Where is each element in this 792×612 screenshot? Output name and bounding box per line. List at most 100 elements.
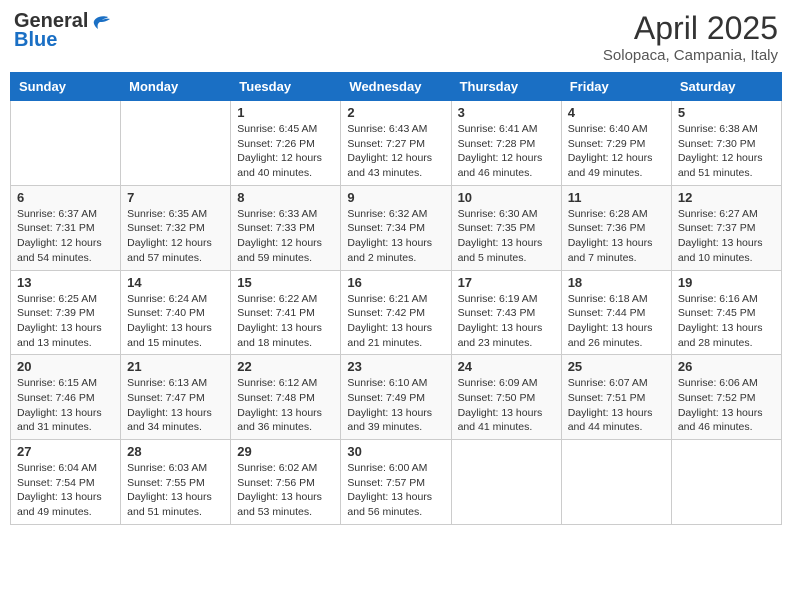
- day-number: 21: [127, 359, 224, 374]
- day-info: Sunrise: 6:07 AM Sunset: 7:51 PM Dayligh…: [568, 376, 665, 435]
- day-info: Sunrise: 6:35 AM Sunset: 7:32 PM Dayligh…: [127, 207, 224, 266]
- day-number: 29: [237, 444, 334, 459]
- day-number: 27: [17, 444, 114, 459]
- day-number: 6: [17, 190, 114, 205]
- weekday-header-sunday: Sunday: [11, 73, 121, 101]
- weekday-header-wednesday: Wednesday: [341, 73, 451, 101]
- day-number: 30: [347, 444, 444, 459]
- weekday-header-saturday: Saturday: [671, 73, 781, 101]
- calendar-day-cell: 16 Sunrise: 6:21 AM Sunset: 7:42 PM Dayli…: [341, 270, 451, 355]
- day-info: Sunrise: 6:12 AM Sunset: 7:48 PM Dayligh…: [237, 376, 334, 435]
- day-number: 2: [347, 105, 444, 120]
- day-info: Sunrise: 6:21 AM Sunset: 7:42 PM Dayligh…: [347, 292, 444, 351]
- weekday-header-tuesday: Tuesday: [231, 73, 341, 101]
- logo: General Blue: [14, 10, 112, 52]
- day-number: 16: [347, 275, 444, 290]
- calendar-header-row: SundayMondayTuesdayWednesdayThursdayFrid…: [11, 73, 782, 101]
- day-info: Sunrise: 6:02 AM Sunset: 7:56 PM Dayligh…: [237, 461, 334, 520]
- main-title: April 2025: [603, 10, 778, 47]
- day-number: 17: [458, 275, 555, 290]
- day-info: Sunrise: 6:32 AM Sunset: 7:34 PM Dayligh…: [347, 207, 444, 266]
- day-info: Sunrise: 6:18 AM Sunset: 7:44 PM Dayligh…: [568, 292, 665, 351]
- day-number: 19: [678, 275, 775, 290]
- calendar-day-cell: 30 Sunrise: 6:00 AM Sunset: 7:57 PM Dayli…: [341, 440, 451, 525]
- day-number: 28: [127, 444, 224, 459]
- calendar-table: SundayMondayTuesdayWednesdayThursdayFrid…: [10, 72, 782, 525]
- calendar-day-cell: 9 Sunrise: 6:32 AM Sunset: 7:34 PM Daylig…: [341, 185, 451, 270]
- day-number: 3: [458, 105, 555, 120]
- day-info: Sunrise: 6:19 AM Sunset: 7:43 PM Dayligh…: [458, 292, 555, 351]
- day-info: Sunrise: 6:33 AM Sunset: 7:33 PM Dayligh…: [237, 207, 334, 266]
- calendar-day-cell: 17 Sunrise: 6:19 AM Sunset: 7:43 PM Dayli…: [451, 270, 561, 355]
- title-area: April 2025 Solopaca, Campania, Italy: [603, 10, 778, 64]
- day-info: Sunrise: 6:13 AM Sunset: 7:47 PM Dayligh…: [127, 376, 224, 435]
- logo-blue-text: Blue: [14, 29, 57, 52]
- day-info: Sunrise: 6:10 AM Sunset: 7:49 PM Dayligh…: [347, 376, 444, 435]
- weekday-header-friday: Friday: [561, 73, 671, 101]
- calendar-week-row: 27Sunrise: 6:04 AM Sunset: 7:54 PM Dayli…: [11, 440, 782, 525]
- day-number: 4: [568, 105, 665, 120]
- empty-cell: [451, 440, 561, 525]
- calendar-week-row: 13Sunrise: 6:25 AM Sunset: 7:39 PM Dayli…: [11, 270, 782, 355]
- day-number: 15: [237, 275, 334, 290]
- calendar-day-cell: 20Sunrise: 6:15 AM Sunset: 7:46 PM Dayli…: [11, 355, 121, 440]
- day-number: 25: [568, 359, 665, 374]
- calendar-day-cell: 4 Sunrise: 6:40 AM Sunset: 7:29 PM Daylig…: [561, 101, 671, 186]
- day-number: 1: [237, 105, 334, 120]
- calendar-day-cell: 10 Sunrise: 6:30 AM Sunset: 7:35 PM Dayli…: [451, 185, 561, 270]
- header: General Blue April 2025 Solopaca, Campan…: [10, 10, 782, 64]
- day-info: Sunrise: 6:27 AM Sunset: 7:37 PM Dayligh…: [678, 207, 775, 266]
- calendar-day-cell: 8 Sunrise: 6:33 AM Sunset: 7:33 PM Daylig…: [231, 185, 341, 270]
- day-info: Sunrise: 6:24 AM Sunset: 7:40 PM Dayligh…: [127, 292, 224, 351]
- day-info: Sunrise: 6:25 AM Sunset: 7:39 PM Dayligh…: [17, 292, 114, 351]
- day-info: Sunrise: 6:09 AM Sunset: 7:50 PM Dayligh…: [458, 376, 555, 435]
- day-info: Sunrise: 6:40 AM Sunset: 7:29 PM Dayligh…: [568, 122, 665, 181]
- day-number: 20: [17, 359, 114, 374]
- calendar-day-cell: 25 Sunrise: 6:07 AM Sunset: 7:51 PM Dayli…: [561, 355, 671, 440]
- day-number: 9: [347, 190, 444, 205]
- day-info: Sunrise: 6:30 AM Sunset: 7:35 PM Dayligh…: [458, 207, 555, 266]
- day-info: Sunrise: 6:28 AM Sunset: 7:36 PM Dayligh…: [568, 207, 665, 266]
- weekday-header-thursday: Thursday: [451, 73, 561, 101]
- day-number: 7: [127, 190, 224, 205]
- day-info: Sunrise: 6:00 AM Sunset: 7:57 PM Dayligh…: [347, 461, 444, 520]
- empty-cell: [11, 101, 121, 186]
- day-number: 12: [678, 190, 775, 205]
- empty-cell: [561, 440, 671, 525]
- day-number: 8: [237, 190, 334, 205]
- logo-bird-icon: [90, 13, 112, 31]
- day-info: Sunrise: 6:38 AM Sunset: 7:30 PM Dayligh…: [678, 122, 775, 181]
- day-number: 14: [127, 275, 224, 290]
- day-number: 18: [568, 275, 665, 290]
- calendar-day-cell: 11 Sunrise: 6:28 AM Sunset: 7:36 PM Dayli…: [561, 185, 671, 270]
- empty-cell: [121, 101, 231, 186]
- calendar-week-row: 6Sunrise: 6:37 AM Sunset: 7:31 PM Daylig…: [11, 185, 782, 270]
- day-number: 24: [458, 359, 555, 374]
- calendar-day-cell: 26Sunrise: 6:06 AM Sunset: 7:52 PM Dayli…: [671, 355, 781, 440]
- calendar-day-cell: 7 Sunrise: 6:35 AM Sunset: 7:32 PM Daylig…: [121, 185, 231, 270]
- calendar-week-row: 1Sunrise: 6:45 AM Sunset: 7:26 PM Daylig…: [11, 101, 782, 186]
- calendar-day-cell: 5 Sunrise: 6:38 AM Sunset: 7:30 PM Daylig…: [671, 101, 781, 186]
- weekday-header-monday: Monday: [121, 73, 231, 101]
- day-info: Sunrise: 6:06 AM Sunset: 7:52 PM Dayligh…: [678, 376, 775, 435]
- calendar-day-cell: 24 Sunrise: 6:09 AM Sunset: 7:50 PM Dayli…: [451, 355, 561, 440]
- day-number: 10: [458, 190, 555, 205]
- empty-cell: [671, 440, 781, 525]
- day-info: Sunrise: 6:43 AM Sunset: 7:27 PM Dayligh…: [347, 122, 444, 181]
- day-info: Sunrise: 6:16 AM Sunset: 7:45 PM Dayligh…: [678, 292, 775, 351]
- day-number: 5: [678, 105, 775, 120]
- calendar-day-cell: 29 Sunrise: 6:02 AM Sunset: 7:56 PM Dayli…: [231, 440, 341, 525]
- calendar-day-cell: 23 Sunrise: 6:10 AM Sunset: 7:49 PM Dayli…: [341, 355, 451, 440]
- day-info: Sunrise: 6:22 AM Sunset: 7:41 PM Dayligh…: [237, 292, 334, 351]
- calendar-day-cell: 18 Sunrise: 6:18 AM Sunset: 7:44 PM Dayli…: [561, 270, 671, 355]
- calendar-day-cell: 14 Sunrise: 6:24 AM Sunset: 7:40 PM Dayli…: [121, 270, 231, 355]
- day-info: Sunrise: 6:41 AM Sunset: 7:28 PM Dayligh…: [458, 122, 555, 181]
- day-number: 11: [568, 190, 665, 205]
- calendar-day-cell: 19 Sunrise: 6:16 AM Sunset: 7:45 PM Dayli…: [671, 270, 781, 355]
- calendar-day-cell: 1Sunrise: 6:45 AM Sunset: 7:26 PM Daylig…: [231, 101, 341, 186]
- calendar-day-cell: 21 Sunrise: 6:13 AM Sunset: 7:47 PM Dayli…: [121, 355, 231, 440]
- calendar-week-row: 20Sunrise: 6:15 AM Sunset: 7:46 PM Dayli…: [11, 355, 782, 440]
- calendar-day-cell: 13Sunrise: 6:25 AM Sunset: 7:39 PM Dayli…: [11, 270, 121, 355]
- day-number: 23: [347, 359, 444, 374]
- calendar-day-cell: 3 Sunrise: 6:41 AM Sunset: 7:28 PM Daylig…: [451, 101, 561, 186]
